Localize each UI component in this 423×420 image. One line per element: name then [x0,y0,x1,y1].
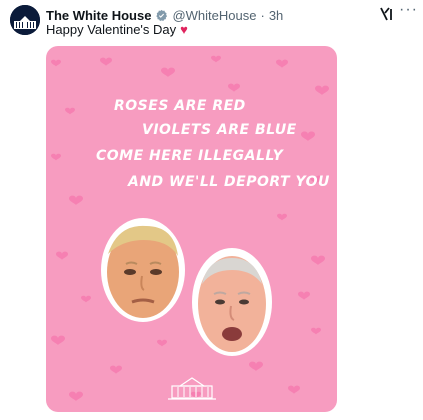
face-sticker-left [101,218,185,322]
poem-line-4: AND WE'LL DEPORT YOU [128,174,330,190]
white-house-logo-icon [168,377,216,400]
white-house-avatar-icon [10,5,40,35]
tweet-text-content: Happy Valentine's Day [46,22,177,37]
poem-line-2: VIOLETS ARE BLUE [142,122,297,138]
timestamp[interactable]: 3h [269,8,283,23]
poem-line-3: COME HERE ILLEGALLY [96,148,284,164]
verified-badge-icon [156,9,168,21]
tweet-image[interactable]: ROSES ARE RED VIOLETS ARE BLUE COME HERE… [46,46,337,412]
tweet: The White House @WhiteHouse · 3h ··· Hap… [0,0,423,420]
heart-emoji: ♥ [180,22,188,37]
grok-icon[interactable] [378,6,394,22]
tweet-text: Happy Valentine's Day ♥ [46,22,188,37]
avatar[interactable] [10,5,40,35]
face-sticker-right [192,248,272,356]
more-options-icon[interactable]: ··· [399,2,417,21]
separator-dot: · [260,7,265,23]
author-handle[interactable]: @WhiteHouse [172,8,256,23]
poem-line-1: ROSES ARE RED [114,98,246,114]
author-name[interactable]: The White House [46,8,151,23]
